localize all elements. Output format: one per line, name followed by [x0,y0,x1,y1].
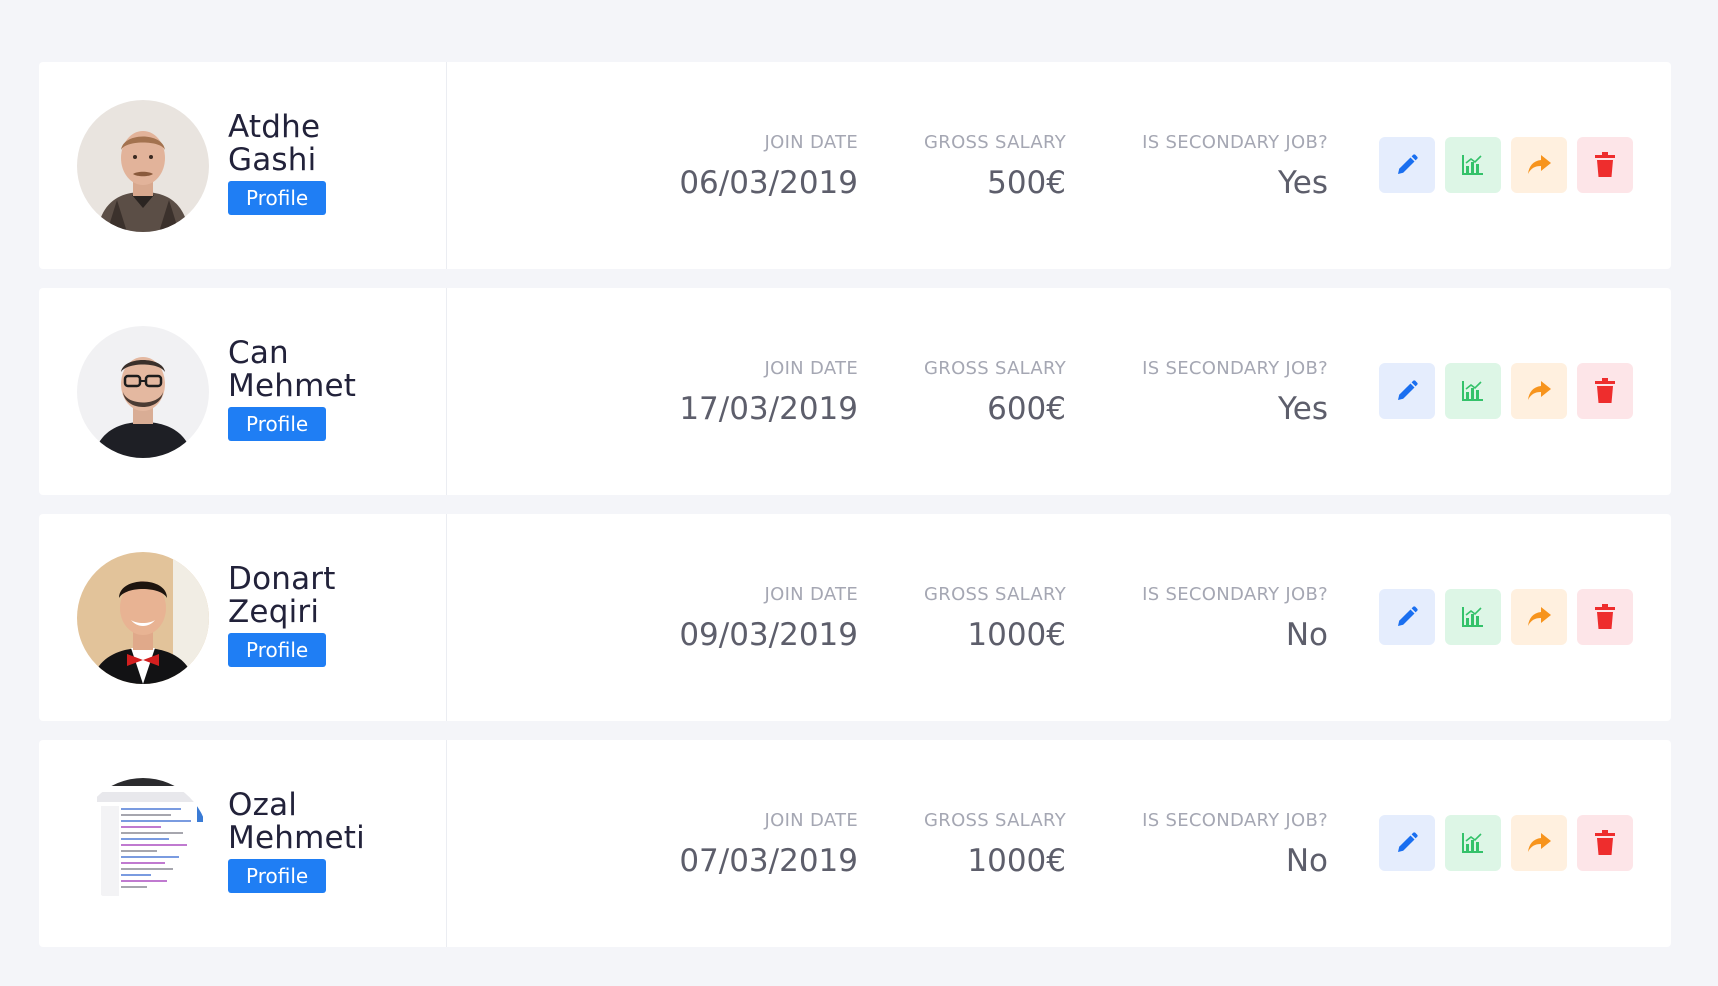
profile-button[interactable]: Profile [228,858,327,893]
join-date-value: 17/03/2019 [679,391,858,427]
avatar[interactable] [77,99,209,232]
secondary-job-cell: IS SECONDARY JOB? Yes [1142,132,1328,201]
secondary-job-value: Yes [1277,391,1328,427]
trash-icon [1595,830,1615,855]
employee-first-name: Donart [228,560,336,597]
gross-salary-label: GROSS SALARY [924,132,1066,153]
employee-identity: Can Mehmet Profile [39,288,447,495]
employee-card: Can Mehmet Profile JOIN DATE 17/03/2019 … [39,288,1671,495]
edit-button[interactable] [1379,363,1435,419]
join-date-label: JOIN DATE [764,132,858,153]
trash-icon [1595,378,1615,403]
avatar[interactable] [77,325,209,458]
employee-card: Atdhe Gashi Profile JOIN DATE 06/03/2019… [39,62,1671,269]
employee-first-name: Can [228,334,289,371]
share-arrow-icon [1528,155,1551,174]
employee-card: Donart Zeqiri Profile JOIN DATE 09/03/20… [39,514,1671,721]
employee-identity: Donart Zeqiri Profile [39,514,447,721]
join-date-label: JOIN DATE [764,358,858,379]
secondary-job-label: IS SECONDARY JOB? [1142,132,1328,153]
join-date-cell: JOIN DATE 07/03/2019 [679,810,858,879]
row-actions [1379,815,1633,871]
employee-first-name: Ozal [228,786,298,823]
employee-last-name: Mehmet [228,367,357,404]
bar-chart-icon [1462,607,1483,627]
secondary-job-value: No [1285,617,1328,653]
pencil-icon [1398,380,1418,400]
share-arrow-icon [1528,833,1551,852]
employee-last-name: Gashi [228,141,317,178]
share-button[interactable] [1511,363,1567,419]
stats-button[interactable] [1445,363,1501,419]
gross-salary-label: GROSS SALARY [924,584,1066,605]
gross-salary-cell: GROSS SALARY 1000€ [924,810,1066,879]
pencil-icon [1398,832,1418,852]
bar-chart-icon [1462,833,1483,853]
gross-salary-value: 500€ [987,165,1066,201]
row-actions [1379,589,1633,645]
bar-chart-icon [1462,155,1483,175]
row-actions [1379,137,1633,193]
trash-icon [1595,604,1615,629]
profile-button[interactable]: Profile [228,180,327,215]
stats-button[interactable] [1445,589,1501,645]
gross-salary-cell: GROSS SALARY 600€ [924,358,1066,427]
secondary-job-label: IS SECONDARY JOB? [1142,810,1328,831]
avatar[interactable] [77,777,209,910]
share-button[interactable] [1511,589,1567,645]
secondary-job-cell: IS SECONDARY JOB? No [1142,584,1328,653]
gross-salary-value: 600€ [987,391,1066,427]
secondary-job-label: IS SECONDARY JOB? [1142,358,1328,379]
share-arrow-icon [1528,607,1551,626]
employee-identity: Ozal Mehmeti Profile [39,740,447,947]
profile-button[interactable]: Profile [228,632,327,667]
avatar[interactable] [77,551,209,684]
share-button[interactable] [1511,815,1567,871]
join-date-cell: JOIN DATE 17/03/2019 [679,358,858,427]
secondary-job-cell: IS SECONDARY JOB? No [1142,810,1328,879]
share-arrow-icon [1528,381,1551,400]
join-date-value: 06/03/2019 [679,165,858,201]
gross-salary-label: GROSS SALARY [924,358,1066,379]
secondary-job-value: No [1285,843,1328,879]
bar-chart-icon [1462,381,1483,401]
secondary-job-cell: IS SECONDARY JOB? Yes [1142,358,1328,427]
stats-button[interactable] [1445,137,1501,193]
gross-salary-label: GROSS SALARY [924,810,1066,831]
delete-button[interactable] [1577,589,1633,645]
gross-salary-value: 1000€ [967,617,1066,653]
delete-button[interactable] [1577,815,1633,871]
edit-button[interactable] [1379,589,1435,645]
row-actions [1379,363,1633,419]
employee-card: Ozal Mehmeti Profile JOIN DATE 07/03/201… [39,740,1671,947]
join-date-value: 09/03/2019 [679,617,858,653]
join-date-cell: JOIN DATE 09/03/2019 [679,584,858,653]
employee-list: Atdhe Gashi Profile JOIN DATE 06/03/2019… [39,62,1671,966]
secondary-job-label: IS SECONDARY JOB? [1142,584,1328,605]
gross-salary-cell: GROSS SALARY 500€ [924,132,1066,201]
join-date-label: JOIN DATE [764,584,858,605]
gross-salary-value: 1000€ [967,843,1066,879]
edit-button[interactable] [1379,815,1435,871]
delete-button[interactable] [1577,137,1633,193]
trash-icon [1595,152,1615,177]
employee-first-name: Atdhe [228,108,321,145]
employee-identity: Atdhe Gashi Profile [39,62,447,269]
join-date-value: 07/03/2019 [679,843,858,879]
pencil-icon [1398,154,1418,174]
share-button[interactable] [1511,137,1567,193]
secondary-job-value: Yes [1277,165,1328,201]
pencil-icon [1398,606,1418,626]
gross-salary-cell: GROSS SALARY 1000€ [924,584,1066,653]
join-date-cell: JOIN DATE 06/03/2019 [679,132,858,201]
stats-button[interactable] [1445,815,1501,871]
profile-button[interactable]: Profile [228,406,327,441]
join-date-label: JOIN DATE [764,810,858,831]
delete-button[interactable] [1577,363,1633,419]
employee-last-name: Mehmeti [228,819,365,856]
edit-button[interactable] [1379,137,1435,193]
employee-last-name: Zeqiri [228,593,320,630]
